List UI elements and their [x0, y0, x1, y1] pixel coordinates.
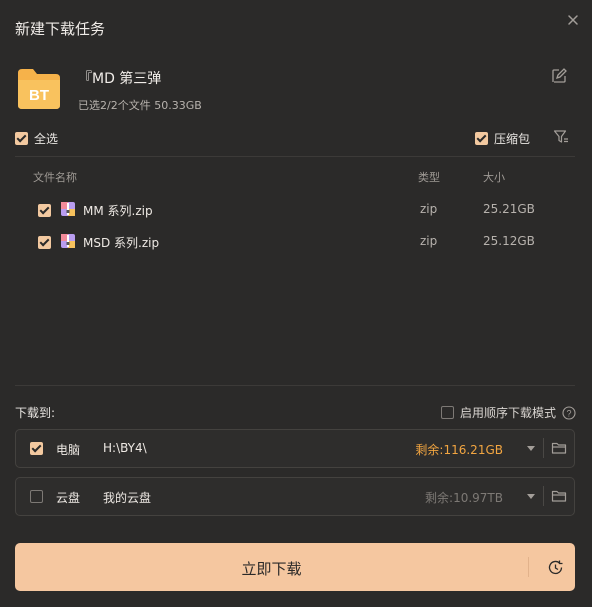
- help-icon[interactable]: ?: [562, 405, 576, 420]
- file-size: 25.21GB: [483, 202, 535, 216]
- header-size: 大小: [483, 171, 505, 184]
- download-now-label: 立即下载: [241, 560, 302, 578]
- destination-computer[interactable]: 电脑 H:\BY4\ 剩余:116.21GB: [15, 429, 575, 468]
- destination-checkbox[interactable]: [30, 442, 43, 455]
- row-checkbox[interactable]: [38, 204, 51, 217]
- table-row[interactable]: MSD 系列.zip zip 25.12GB: [15, 230, 575, 254]
- download-to-label: 下载到:: [15, 406, 56, 420]
- separator: [528, 557, 529, 577]
- compress-label: 压缩包: [494, 132, 531, 146]
- filter-icon[interactable]: [553, 129, 569, 145]
- folder-icon[interactable]: [551, 488, 567, 504]
- free-space: 剩余:116.21GB: [415, 443, 503, 457]
- file-size: 25.12GB: [483, 234, 535, 248]
- select-all-label: 全选: [34, 132, 59, 146]
- bt-folder-icon: BT: [15, 64, 63, 112]
- checkbox-checked-icon[interactable]: [15, 132, 28, 145]
- destination-label: 云盘: [56, 491, 81, 505]
- zip-file-icon: [60, 233, 76, 249]
- file-list: 文件名称 类型 大小 MM 系列.zip zip 25.21GB MSD 系列.…: [15, 156, 575, 385]
- file-type: zip: [420, 234, 438, 248]
- sequential-download-checkbox[interactable]: 启用顺序下载模式 ?: [441, 404, 576, 421]
- row-checkbox[interactable]: [38, 236, 51, 249]
- svg-text:?: ?: [567, 408, 572, 418]
- select-all-checkbox[interactable]: 全选: [15, 130, 58, 147]
- chevron-down-icon[interactable]: [526, 443, 536, 453]
- close-icon[interactable]: [562, 9, 584, 31]
- chevron-down-icon[interactable]: [526, 491, 536, 501]
- destination-path: H:\BY4\: [103, 441, 147, 455]
- compress-checkbox[interactable]: 压缩包: [475, 130, 530, 147]
- scheduled-download-icon[interactable]: [547, 559, 564, 576]
- divider: [15, 385, 575, 386]
- folder-icon[interactable]: [551, 440, 567, 456]
- dialog-title: 新建下载任务: [15, 20, 106, 38]
- header-name: 文件名称: [33, 171, 77, 184]
- separator: [543, 438, 544, 458]
- file-name: MSD 系列.zip: [83, 236, 160, 250]
- separator: [543, 486, 544, 506]
- edit-icon[interactable]: [549, 66, 569, 86]
- sequential-label: 启用顺序下载模式: [460, 406, 557, 420]
- destination-path: 我的云盘: [103, 491, 152, 505]
- download-now-button[interactable]: 立即下载: [15, 543, 575, 591]
- destination-checkbox[interactable]: [30, 490, 43, 503]
- task-name: 『MD 第三弹: [78, 71, 162, 87]
- file-name: MM 系列.zip: [83, 204, 153, 218]
- destination-cloud[interactable]: 云盘 我的云盘 剩余:10.97TB: [15, 477, 575, 516]
- task-info: 已选2/2个文件 50.33GB: [78, 99, 202, 112]
- destination-label: 电脑: [56, 443, 81, 457]
- zip-file-icon: [60, 201, 76, 217]
- checkbox-unchecked-icon[interactable]: [441, 406, 454, 419]
- file-type: zip: [420, 202, 438, 216]
- table-row[interactable]: MM 系列.zip zip 25.21GB: [15, 198, 575, 222]
- checkbox-checked-icon[interactable]: [475, 132, 488, 145]
- free-space: 剩余:10.97TB: [425, 491, 503, 505]
- svg-text:BT: BT: [29, 87, 49, 104]
- header-type: 类型: [418, 171, 440, 184]
